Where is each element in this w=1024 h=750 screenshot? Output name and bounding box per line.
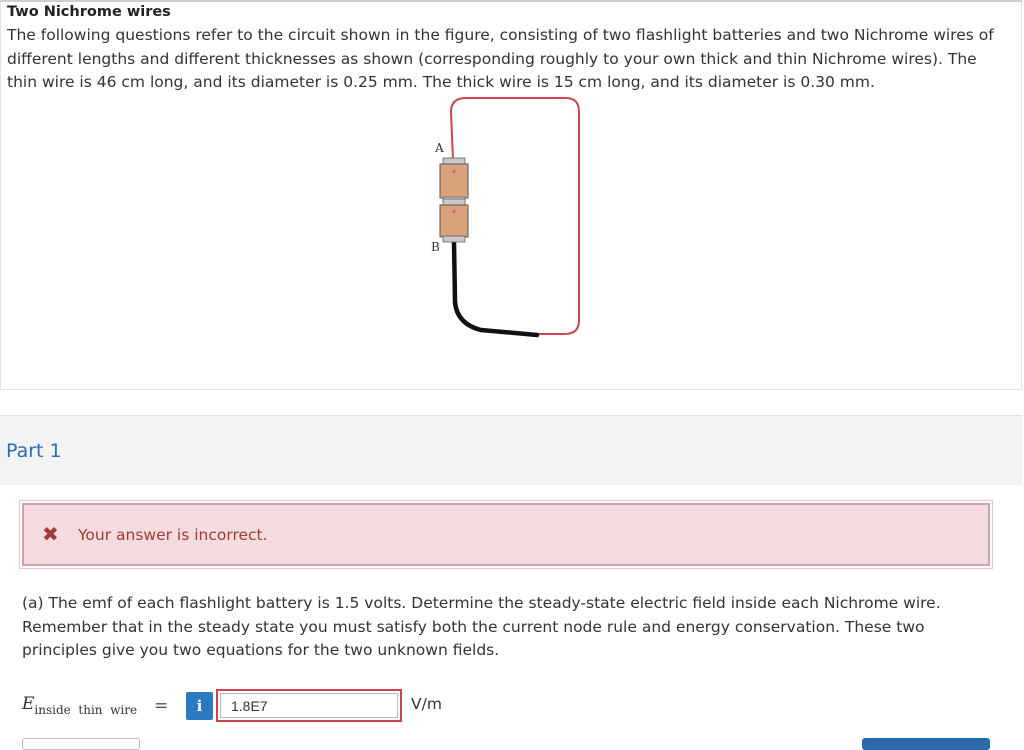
question-prompt: (a) The emf of each flashlight battery i… — [22, 594, 941, 659]
alert-message: Your answer is incorrect. — [78, 526, 268, 544]
answer-subscript: inside thin wire — [34, 703, 138, 717]
answer-input[interactable] — [220, 693, 398, 718]
thin-wire — [449, 97, 580, 335]
incorrect-alert: ✖ Your answer is incorrect. — [19, 500, 993, 569]
equals-sign: = — [154, 696, 169, 716]
answer-variable: E — [22, 694, 35, 714]
battery-top: + — [439, 157, 469, 203]
figure-label-b: B — [431, 240, 440, 254]
answer-label: Einside thin wire — [22, 694, 138, 717]
answer-unit: V/m — [411, 695, 442, 713]
question-title: Two Nichrome wires — [7, 4, 171, 20]
thick-wire — [451, 239, 540, 338]
answer-field-wrapper — [216, 689, 402, 722]
part-header: Part 1 — [0, 415, 1022, 485]
svg-text:+: + — [451, 167, 458, 176]
svg-text:+: + — [451, 207, 458, 216]
info-icon[interactable]: i — [186, 692, 213, 720]
next-answer-input[interactable] — [22, 738, 140, 750]
circuit-figure: + + A B — [431, 97, 580, 338]
question-text: The following questions refer to the cir… — [7, 26, 994, 91]
question-card: Two Nichrome wires The following questio… — [0, 0, 1022, 390]
battery-bottom: + — [439, 198, 469, 243]
figure-label-a: A — [434, 141, 444, 155]
submit-button[interactable] — [862, 738, 990, 750]
part-title: Part 1 — [6, 440, 62, 462]
close-x-icon: ✖ — [42, 522, 59, 546]
